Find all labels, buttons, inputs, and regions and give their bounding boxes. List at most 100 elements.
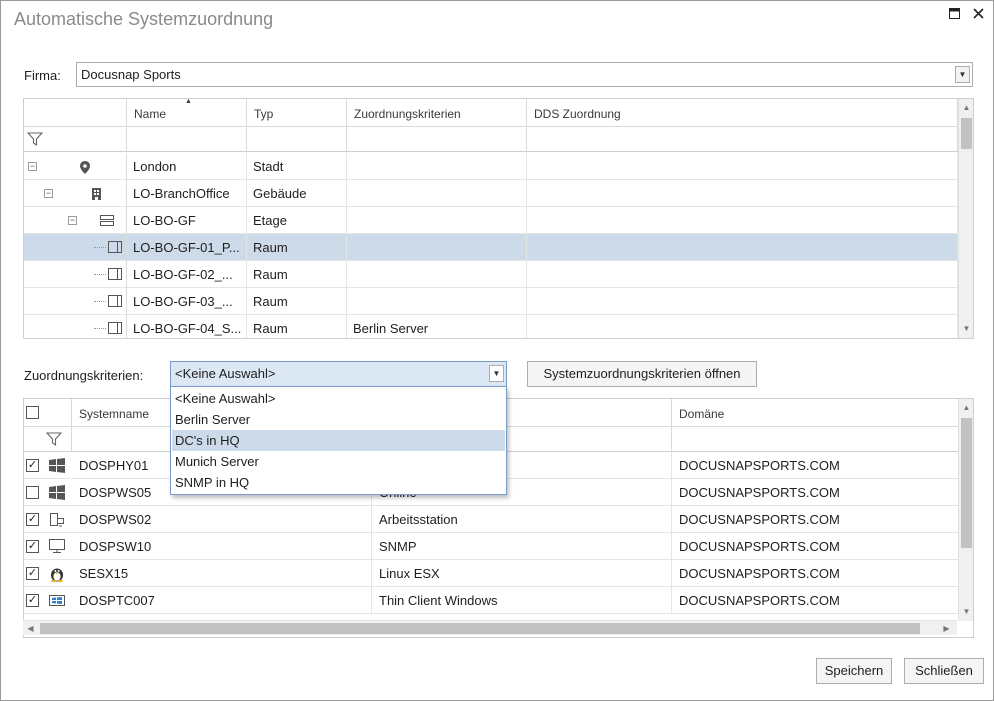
scroll-down-icon[interactable]: ▼ bbox=[959, 321, 973, 336]
tree-cell-name: LO-BO-GF-01_P... bbox=[127, 234, 247, 261]
scroll-right-icon[interactable]: ▶ bbox=[939, 621, 954, 636]
column-header-typ[interactable]: Typ bbox=[247, 99, 347, 127]
column-header-dds-zuordnung[interactable]: DDS Zuordnung bbox=[527, 99, 958, 127]
tree-cell-zuordnungskriterien bbox=[347, 261, 527, 288]
building-icon bbox=[91, 187, 103, 204]
column-header-domaene[interactable]: Domäne bbox=[672, 399, 959, 427]
system-cell-domain: DOCUSNAPSPORTS.COM bbox=[672, 452, 959, 479]
system-cell-type: SNMP bbox=[372, 533, 672, 560]
tree-connector bbox=[94, 328, 106, 329]
tree-indent-cell bbox=[24, 180, 127, 207]
linux-icon bbox=[49, 566, 65, 585]
tree-cell-name: LO-BranchOffice bbox=[127, 180, 247, 207]
filter-typ[interactable] bbox=[247, 127, 347, 152]
location-pin-icon bbox=[79, 160, 91, 178]
system-row[interactable]: ✓ DOSPTC007 Thin Client Windows DOCUSNAPSPO… bbox=[24, 587, 959, 614]
system-checkbox[interactable]: ✓ bbox=[26, 567, 39, 580]
dropdown-option[interactable]: Berlin Server bbox=[172, 409, 505, 430]
close-button[interactable]: Schließen bbox=[904, 658, 984, 684]
tree-cell-typ: Raum bbox=[247, 315, 347, 338]
tree-cell-typ: Etage bbox=[247, 207, 347, 234]
tree-cell-name: LO-BO-GF-04_S... bbox=[127, 315, 247, 338]
dropdown-option[interactable]: Munich Server bbox=[172, 451, 505, 472]
filter-row-icon-cell-systems bbox=[24, 427, 72, 452]
scroll-up-icon[interactable]: ▲ bbox=[959, 100, 973, 115]
filter-zuordnungskriterien[interactable] bbox=[347, 127, 527, 152]
floor-icon bbox=[100, 215, 115, 230]
filter-row-icon-cell bbox=[24, 127, 127, 152]
filter-domaene[interactable] bbox=[672, 427, 959, 452]
horizontal-scroll-thumb[interactable] bbox=[40, 623, 920, 634]
scroll-down-icon[interactable]: ▼ bbox=[959, 604, 973, 619]
filter-icon bbox=[27, 132, 43, 147]
close-icon[interactable] bbox=[967, 5, 989, 25]
filter-dds-zuordnung[interactable] bbox=[527, 127, 958, 152]
systems-horizontal-scrollbar[interactable]: ◀ ▶ bbox=[23, 620, 957, 635]
firma-select-value: Docusnap Sports bbox=[81, 67, 181, 82]
system-checkbox[interactable]: ✓ bbox=[26, 513, 39, 526]
tree-row[interactable]: − London Stadt bbox=[24, 153, 958, 180]
system-checkbox[interactable]: ✓ bbox=[26, 594, 39, 607]
system-cell-type: Thin Client Windows bbox=[372, 587, 672, 614]
firma-select[interactable]: Docusnap Sports ▼ bbox=[76, 62, 973, 87]
tree-cell-name: LO-BO-GF-02_... bbox=[127, 261, 247, 288]
system-cell-domain: DOCUSNAPSPORTS.COM bbox=[672, 587, 959, 614]
system-row[interactable]: ✓ SESX15 Linux ESX DOCUSNAPSPORTS.COM bbox=[24, 560, 959, 587]
system-checkbox[interactable]: ✓ bbox=[26, 540, 39, 553]
system-row[interactable]: ✓ DOSPWS02 Arbeitsstation DOCUSNAPSPORTS.CO… bbox=[24, 506, 959, 533]
scroll-up-icon[interactable]: ▲ bbox=[959, 400, 973, 415]
tree-cell-zuordnungskriterien bbox=[347, 288, 527, 315]
room-icon bbox=[108, 241, 123, 257]
filter-icon bbox=[46, 432, 62, 447]
tree-row[interactable]: LO-BO-GF-01_P... Raum bbox=[24, 234, 958, 261]
tree-cell-dds bbox=[527, 153, 958, 180]
collapse-icon[interactable]: − bbox=[68, 216, 77, 225]
criteria-select[interactable]: <Keine Auswahl> ▼ bbox=[170, 361, 507, 387]
tree-row[interactable]: LO-BO-GF-04_S... Raum Berlin Server bbox=[24, 315, 958, 338]
select-all-checkbox[interactable] bbox=[26, 406, 39, 419]
collapse-icon[interactable]: − bbox=[44, 189, 53, 198]
column-header-zuordnungskriterien[interactable]: Zuordnungskriterien bbox=[347, 99, 527, 127]
dropdown-option[interactable]: <Keine Auswahl> bbox=[172, 388, 505, 409]
room-icon bbox=[108, 268, 123, 284]
windows-thin-client-icon bbox=[49, 593, 66, 612]
system-cell-name: DOSPSW10 bbox=[72, 533, 372, 560]
scroll-left-icon[interactable]: ◀ bbox=[23, 621, 38, 636]
tree-connector bbox=[94, 247, 106, 248]
tree-vertical-scrollbar[interactable]: ▲ ▼ bbox=[958, 99, 973, 338]
system-checkbox[interactable]: ✓ bbox=[26, 459, 39, 472]
filter-name[interactable] bbox=[127, 127, 247, 152]
system-checkbox[interactable] bbox=[26, 486, 39, 499]
tree-row[interactable]: − LO-BO-GF Etage bbox=[24, 207, 958, 234]
criteria-dropdown-arrow-icon[interactable]: ▼ bbox=[489, 365, 504, 382]
column-header-name-label: Name bbox=[134, 107, 167, 121]
chevron-down-icon[interactable]: ▼ bbox=[955, 66, 970, 83]
tree-row[interactable]: − LO-BranchOffice Gebäude bbox=[24, 180, 958, 207]
tree-cell-typ: Raum bbox=[247, 234, 347, 261]
column-header-name[interactable]: Name ▲ bbox=[127, 99, 247, 127]
open-criteria-button[interactable]: Systemzuordnungskriterien öffnen bbox=[527, 361, 757, 387]
select-all-header bbox=[24, 399, 72, 427]
tree-cell-dds bbox=[527, 207, 958, 234]
windows-icon bbox=[49, 458, 65, 476]
tree-scroll-thumb[interactable] bbox=[961, 118, 972, 149]
collapse-icon[interactable]: − bbox=[28, 162, 37, 171]
workstation-icon bbox=[49, 512, 65, 531]
systems-vertical-scrollbar[interactable]: ▲ ▼ bbox=[958, 399, 973, 621]
dropdown-option-highlighted[interactable]: DC's in HQ bbox=[172, 430, 505, 451]
tree-row[interactable]: LO-BO-GF-02_... Raum bbox=[24, 261, 958, 288]
tree-cell-zuordnungskriterien bbox=[347, 207, 527, 234]
system-cell-domain: DOCUSNAPSPORTS.COM bbox=[672, 533, 959, 560]
tree-row[interactable]: LO-BO-GF-03_... Raum bbox=[24, 288, 958, 315]
tree-cell-dds bbox=[527, 288, 958, 315]
systems-scroll-thumb[interactable] bbox=[961, 418, 972, 548]
system-cell-name: SESX15 bbox=[72, 560, 372, 587]
tree-cell-zuordnungskriterien bbox=[347, 234, 527, 261]
save-button[interactable]: Speichern bbox=[816, 658, 892, 684]
maximize-icon[interactable] bbox=[943, 5, 965, 25]
system-cell-domain: DOCUSNAPSPORTS.COM bbox=[672, 560, 959, 587]
tree-cell-typ: Raum bbox=[247, 288, 347, 315]
system-row[interactable]: ✓ DOSPSW10 SNMP DOCUSNAPSPORTS.COM bbox=[24, 533, 959, 560]
system-cell-domain: DOCUSNAPSPORTS.COM bbox=[672, 506, 959, 533]
dropdown-option[interactable]: SNMP in HQ bbox=[172, 472, 505, 493]
